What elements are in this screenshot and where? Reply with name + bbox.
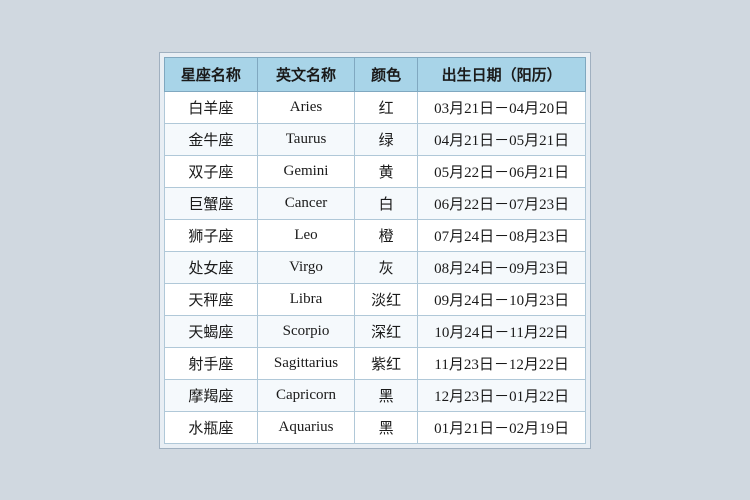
table-row: 天蝎座Scorpio深红10月24日－11月22日 xyxy=(164,315,585,347)
cell-chinese-name: 狮子座 xyxy=(164,219,257,251)
cell-dates: 06月22日－07月23日 xyxy=(418,187,586,219)
cell-color: 黑 xyxy=(355,379,418,411)
table-body: 白羊座Aries红03月21日－04月20日金牛座Taurus绿04月21日－0… xyxy=(164,91,585,443)
cell-chinese-name: 天秤座 xyxy=(164,283,257,315)
cell-color: 橙 xyxy=(355,219,418,251)
cell-color: 紫红 xyxy=(355,347,418,379)
cell-english-name: Sagittarius xyxy=(257,347,354,379)
zodiac-table: 星座名称 英文名称 颜色 出生日期（阳历） 白羊座Aries红03月21日－04… xyxy=(164,57,586,444)
cell-english-name: Cancer xyxy=(257,187,354,219)
cell-english-name: Aquarius xyxy=(257,411,354,443)
cell-color: 白 xyxy=(355,187,418,219)
header-color: 颜色 xyxy=(355,57,418,91)
cell-english-name: Gemini xyxy=(257,155,354,187)
table-row: 摩羯座Capricorn黑12月23日－01月22日 xyxy=(164,379,585,411)
cell-color: 灰 xyxy=(355,251,418,283)
cell-chinese-name: 双子座 xyxy=(164,155,257,187)
cell-dates: 07月24日－08月23日 xyxy=(418,219,586,251)
cell-dates: 10月24日－11月22日 xyxy=(418,315,586,347)
table-row: 水瓶座Aquarius黑01月21日－02月19日 xyxy=(164,411,585,443)
table-row: 双子座Gemini黄05月22日－06月21日 xyxy=(164,155,585,187)
cell-dates: 09月24日－10月23日 xyxy=(418,283,586,315)
cell-color: 红 xyxy=(355,91,418,123)
cell-chinese-name: 摩羯座 xyxy=(164,379,257,411)
table-row: 白羊座Aries红03月21日－04月20日 xyxy=(164,91,585,123)
cell-dates: 08月24日－09月23日 xyxy=(418,251,586,283)
cell-chinese-name: 白羊座 xyxy=(164,91,257,123)
cell-dates: 05月22日－06月21日 xyxy=(418,155,586,187)
table-row: 射手座Sagittarius紫红11月23日－12月22日 xyxy=(164,347,585,379)
cell-english-name: Capricorn xyxy=(257,379,354,411)
cell-dates: 03月21日－04月20日 xyxy=(418,91,586,123)
cell-english-name: Scorpio xyxy=(257,315,354,347)
header-english-name: 英文名称 xyxy=(257,57,354,91)
cell-english-name: Virgo xyxy=(257,251,354,283)
table-row: 金牛座Taurus绿04月21日－05月21日 xyxy=(164,123,585,155)
cell-dates: 01月21日－02月19日 xyxy=(418,411,586,443)
cell-dates: 12月23日－01月22日 xyxy=(418,379,586,411)
cell-chinese-name: 处女座 xyxy=(164,251,257,283)
cell-color: 深红 xyxy=(355,315,418,347)
cell-english-name: Leo xyxy=(257,219,354,251)
cell-english-name: Aries xyxy=(257,91,354,123)
zodiac-table-container: 星座名称 英文名称 颜色 出生日期（阳历） 白羊座Aries红03月21日－04… xyxy=(159,52,591,449)
cell-english-name: Libra xyxy=(257,283,354,315)
table-row: 处女座Virgo灰08月24日－09月23日 xyxy=(164,251,585,283)
cell-chinese-name: 天蝎座 xyxy=(164,315,257,347)
table-row: 天秤座Libra淡红09月24日－10月23日 xyxy=(164,283,585,315)
cell-color: 黄 xyxy=(355,155,418,187)
cell-dates: 04月21日－05月21日 xyxy=(418,123,586,155)
cell-chinese-name: 巨蟹座 xyxy=(164,187,257,219)
table-header-row: 星座名称 英文名称 颜色 出生日期（阳历） xyxy=(164,57,585,91)
cell-color: 黑 xyxy=(355,411,418,443)
cell-color: 淡红 xyxy=(355,283,418,315)
table-row: 狮子座Leo橙07月24日－08月23日 xyxy=(164,219,585,251)
cell-chinese-name: 水瓶座 xyxy=(164,411,257,443)
table-row: 巨蟹座Cancer白06月22日－07月23日 xyxy=(164,187,585,219)
cell-english-name: Taurus xyxy=(257,123,354,155)
cell-dates: 11月23日－12月22日 xyxy=(418,347,586,379)
cell-chinese-name: 金牛座 xyxy=(164,123,257,155)
cell-color: 绿 xyxy=(355,123,418,155)
header-chinese-name: 星座名称 xyxy=(164,57,257,91)
cell-chinese-name: 射手座 xyxy=(164,347,257,379)
header-dates: 出生日期（阳历） xyxy=(418,57,586,91)
